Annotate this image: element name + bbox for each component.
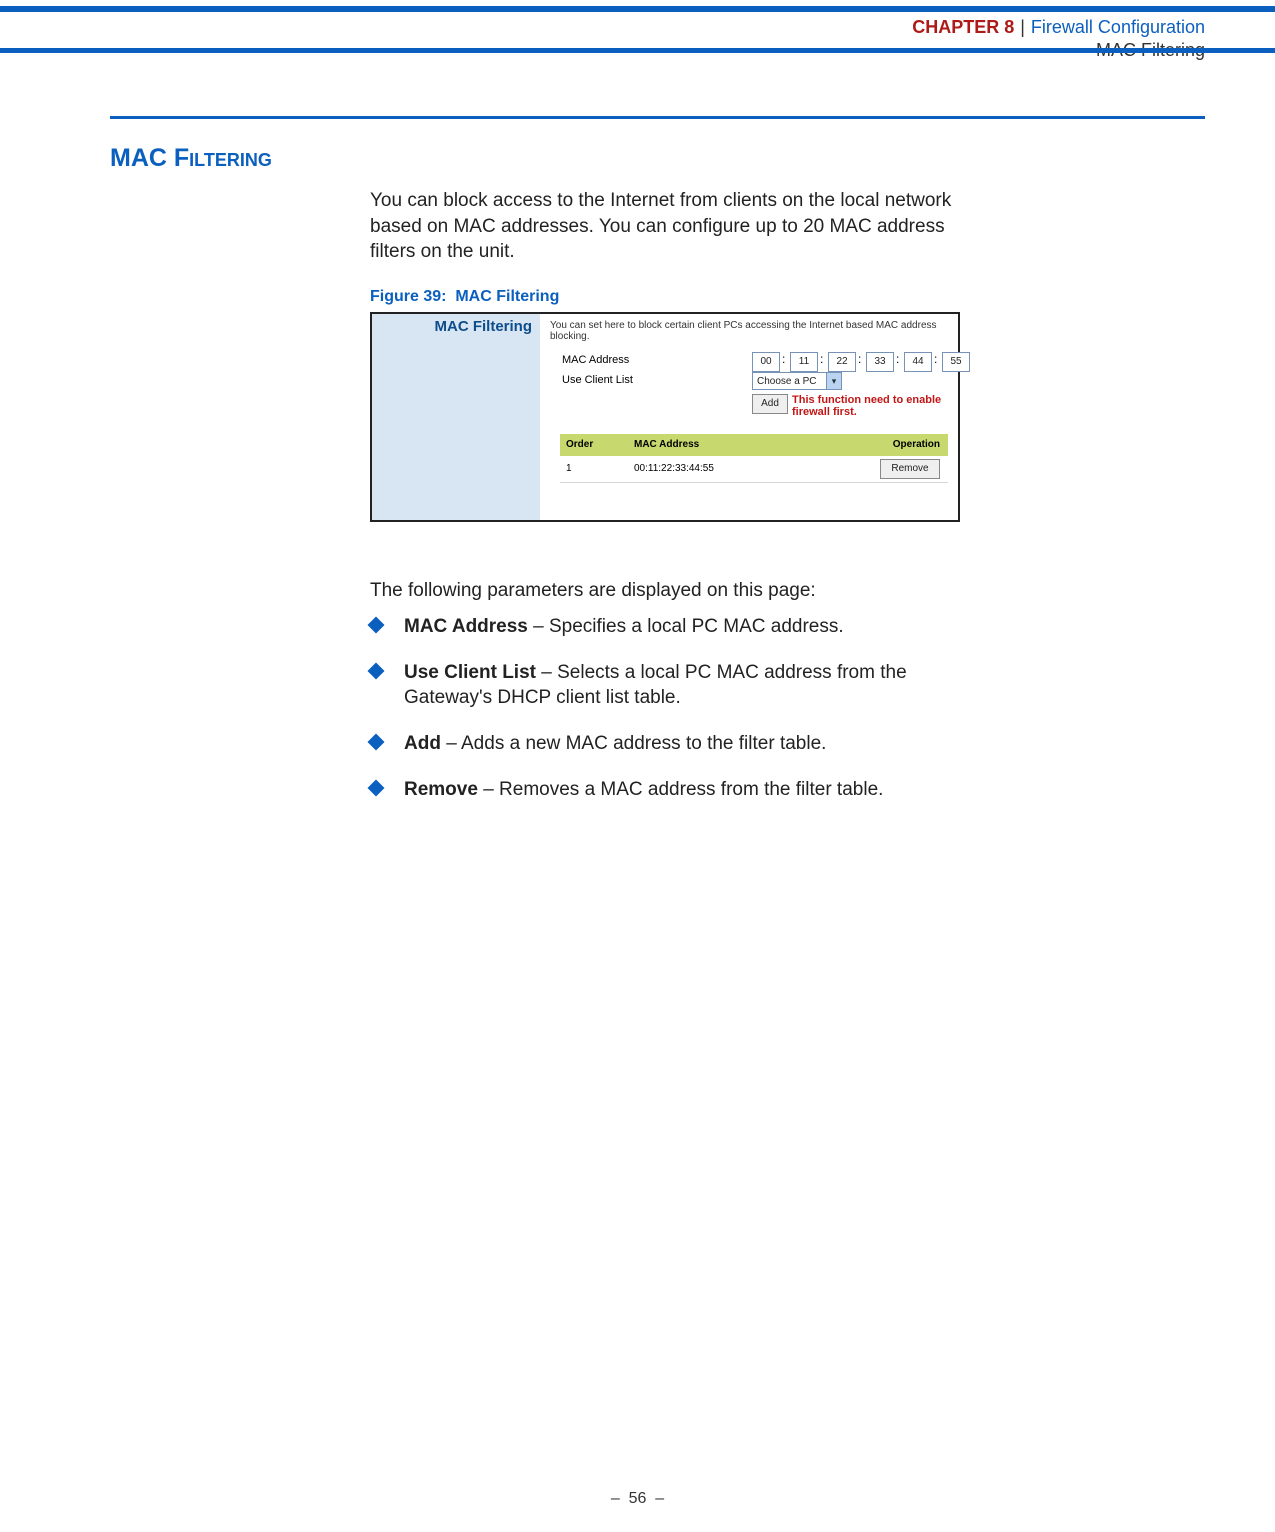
th-operation: Operation — [893, 434, 940, 456]
client-list-label: Use Client List — [562, 374, 633, 386]
bullet-term: Remove — [404, 779, 478, 800]
screenshot-side-title: MAC Filtering — [372, 318, 540, 335]
mac-octet-2[interactable]: 11 — [790, 352, 818, 372]
chevron-down-icon: ▾ — [826, 373, 841, 389]
header-rule-top — [0, 6, 1275, 12]
th-mac: MAC Address — [634, 434, 864, 456]
mac-colon: : — [858, 352, 861, 366]
mac-octet-3[interactable]: 22 — [828, 352, 856, 372]
list-item: MAC Address – Specifies a local PC MAC a… — [370, 614, 960, 640]
chapter-title: Firewall Configuration — [1031, 17, 1205, 37]
section-title-word1: MAC — [110, 144, 167, 172]
bullet-desc: – Adds a new MAC address to the filter t… — [441, 733, 826, 754]
client-list-select[interactable]: Choose a PC ▾ — [752, 372, 842, 390]
mac-octet-1[interactable]: 00 — [752, 352, 780, 372]
td-order: 1 — [566, 456, 626, 482]
list-item: Remove – Removes a MAC address from the … — [370, 777, 960, 803]
mac-octet-5[interactable]: 44 — [904, 352, 932, 372]
bullet-list: MAC Address – Specifies a local PC MAC a… — [370, 614, 960, 822]
header-separator: | — [1014, 17, 1031, 37]
intro-paragraph: You can block access to the Internet fro… — [370, 188, 960, 265]
bullet-term: Add — [404, 733, 441, 754]
figure-screenshot: MAC Filtering You can set here to block … — [370, 312, 960, 522]
screenshot-sidebar — [372, 314, 540, 520]
mac-address-label: MAC Address — [562, 354, 629, 366]
td-mac: 00:11:22:33:44:55 — [634, 456, 864, 482]
page: CHAPTER 8|Firewall Configuration MAC Fil… — [0, 0, 1275, 1532]
bullet-desc: – Removes a MAC address from the filter … — [478, 779, 884, 800]
header-rule-bottom — [0, 48, 1275, 53]
filter-table-header: Order MAC Address Operation — [560, 434, 948, 456]
diamond-icon — [368, 617, 385, 634]
figure-caption: Figure 39: MAC Filtering — [370, 288, 559, 306]
page-number: – 56 – — [0, 1490, 1275, 1508]
mac-colon: : — [896, 352, 899, 366]
section-title-word2: Filtering — [174, 144, 272, 172]
list-item: Add – Adds a new MAC address to the filt… — [370, 731, 960, 757]
section-rule — [110, 116, 1205, 119]
client-list-select-value: Choose a PC — [757, 376, 816, 387]
section-title: MAC Filtering — [110, 144, 272, 173]
mac-colon: : — [934, 352, 937, 366]
table-row: 1 00:11:22:33:44:55 Remove — [560, 456, 948, 483]
remove-button[interactable]: Remove — [880, 459, 940, 479]
mac-colon: : — [782, 352, 785, 366]
add-button[interactable]: Add — [752, 394, 788, 414]
mac-octet-6[interactable]: 55 — [942, 352, 970, 372]
th-order: Order — [566, 434, 626, 456]
diamond-icon — [368, 662, 385, 679]
diamond-icon — [368, 733, 385, 750]
mac-octet-4[interactable]: 33 — [866, 352, 894, 372]
bullet-desc: – Specifies a local PC MAC address. — [528, 616, 844, 637]
page-header: CHAPTER 8|Firewall Configuration MAC Fil… — [912, 16, 1205, 61]
params-lead: The following parameters are displayed o… — [370, 578, 960, 604]
list-item: Use Client List – Selects a local PC MAC… — [370, 660, 960, 711]
diamond-icon — [368, 779, 385, 796]
mac-colon: : — [820, 352, 823, 366]
bullet-term: MAC Address — [404, 616, 528, 637]
screenshot-description: You can set here to block certain client… — [550, 320, 958, 342]
chapter-label: CHAPTER 8 — [912, 17, 1014, 37]
firewall-warning: This function need to enable firewall fi… — [792, 394, 958, 418]
bullet-term: Use Client List — [404, 662, 536, 683]
